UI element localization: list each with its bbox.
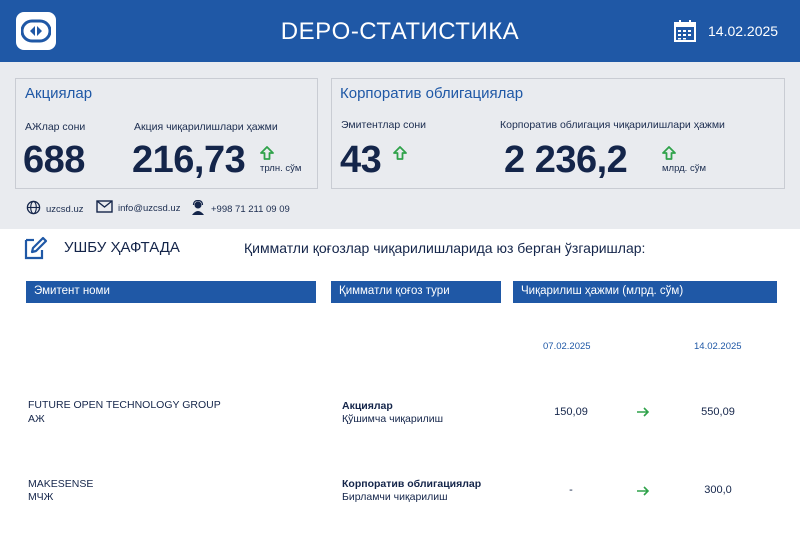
volume-prev: 150,09 [554,406,588,418]
globe-icon [26,200,41,218]
stocks-volume-value: 216,73 [132,139,246,181]
week-description: Қимматли қоғозлар чиқарилишларида юз бер… [244,240,646,256]
date-prev: 07.02.2025 [543,341,591,352]
issuer-type: АЖ [28,413,45,425]
mail-icon [96,200,113,216]
phone-contact[interactable]: +998 71 211 09 09 [190,199,290,218]
bonds-title: Корпоратив облигациялар [340,85,524,102]
column-header-security: Қимматли қоғоз тури [331,281,501,303]
edit-document-icon [22,234,50,267]
stocks-volume-label: Акция чиқарилишлари ҳажми [134,121,278,133]
support-agent-icon [190,199,206,218]
bonds-count-value: 43 [340,139,382,181]
email-text: info@uzcsd.uz [118,202,181,214]
bonds-volume-label: Корпоратив облигация чиқарилишлари ҳажми [500,119,725,131]
up-arrow-icon [392,145,408,166]
bonds-count-label: Эмитентлар сони [341,119,427,131]
stocks-volume-unit: трлн. сўм [260,163,302,174]
website-link[interactable]: uzcsd.uz [26,200,84,218]
bonds-panel: Корпоратив облигациялар Эмитентлар сони … [331,78,785,189]
column-header-issuer: Эмитент номи [26,281,316,303]
report-date: 14.02.2025 [708,23,779,39]
stocks-count-value: 688 [23,139,85,181]
week-label: УШБУ ҲАФТАДА [64,239,180,256]
issue-kind: Бирламчи чиқарилиш [342,491,448,503]
issuer-type: МЧЖ [28,491,54,503]
security-type: Акциялар [342,400,393,412]
security-type: Корпоратив облигациялар [342,478,482,490]
volume-prev: - [569,484,573,496]
column-header-volume: Чиқарилиш ҳажми (млрд. сўм) [513,281,777,303]
volume-curr: 300,0 [704,484,732,496]
email-link[interactable]: info@uzcsd.uz [96,200,180,216]
phone-text: +998 71 211 09 09 [211,203,290,215]
website-text: uzcsd.uz [46,203,84,215]
issuer-name: MAKESENSE [28,478,94,490]
stocks-panel: Акциялар АЖлар сони 688 Акция чиқарилишл… [15,78,318,189]
bonds-volume-value: 2 236,2 [504,139,628,181]
issue-kind: Қўшимча чиқарилиш [342,413,443,425]
calendar-icon [674,20,696,47]
date-curr: 14.02.2025 [694,341,742,352]
bonds-volume-unit: млрд. сўм [662,163,706,174]
volume-curr: 550,09 [701,406,735,418]
stocks-count-label: АЖлар сони [25,121,86,133]
arrow-right-icon [636,484,650,502]
arrow-right-icon [636,405,650,423]
issuer-name: FUTURE OPEN TECHNOLOGY GROUP [28,399,221,411]
stocks-title: Акциялар [25,85,93,102]
